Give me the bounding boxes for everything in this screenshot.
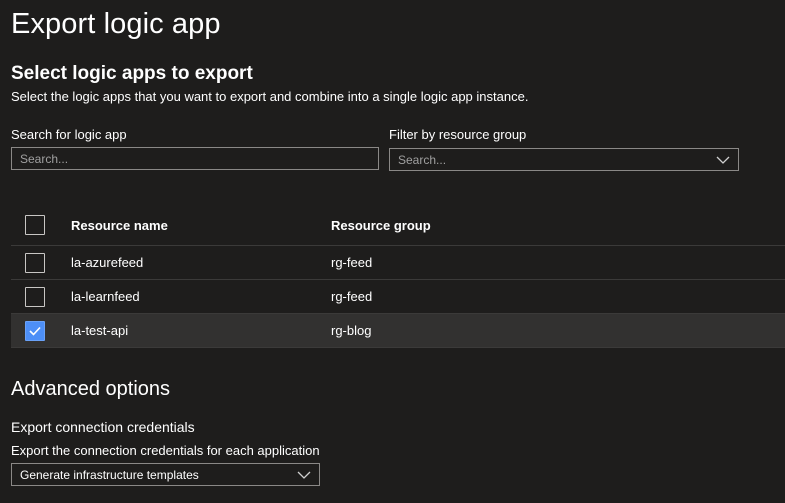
- resource-group-cell: rg-feed: [331, 289, 373, 304]
- export-credentials-description: Export the connection credentials for ea…: [11, 443, 320, 458]
- checkmark-icon: [29, 326, 41, 336]
- select-all-checkbox[interactable]: [25, 215, 45, 235]
- logic-apps-table: Resource name Resource group la-azurefee…: [11, 205, 785, 348]
- resource-name-cell: la-azurefeed: [71, 255, 144, 270]
- export-credentials-title: Export connection credentials: [11, 419, 195, 435]
- resource-group-filter-dropdown[interactable]: Search...: [389, 148, 739, 171]
- column-header-resource-group: Resource group: [331, 217, 431, 233]
- resource-group-cell: rg-feed: [331, 255, 373, 270]
- search-input[interactable]: [11, 147, 379, 170]
- filter-placeholder: Search...: [398, 152, 447, 167]
- chevron-down-icon: [297, 471, 311, 479]
- search-label: Search for logic app: [11, 127, 127, 142]
- filter-label: Filter by resource group: [389, 127, 527, 142]
- table-row[interactable]: la-azurefeed rg-feed: [11, 246, 785, 280]
- row-checkbox[interactable]: [25, 252, 45, 273]
- table-row[interactable]: la-test-api rg-blog: [11, 314, 785, 348]
- resource-group-cell: rg-blog: [331, 323, 372, 338]
- row-checkbox[interactable]: [25, 320, 45, 341]
- table-header-row: Resource name Resource group: [11, 205, 785, 246]
- export-credentials-value: Generate infrastructure templates: [20, 467, 199, 482]
- table-row[interactable]: la-learnfeed rg-feed: [11, 280, 785, 314]
- export-logic-app-page: Export logic app Select logic apps to ex…: [0, 0, 785, 503]
- page-title: Export logic app: [11, 8, 221, 40]
- advanced-options-title: Advanced options: [11, 378, 171, 400]
- column-header-resource-name: Resource name: [71, 217, 168, 233]
- row-checkbox[interactable]: [25, 286, 45, 307]
- section-description: Select the logic apps that you want to e…: [11, 89, 529, 104]
- resource-name-cell: la-learnfeed: [71, 289, 140, 304]
- section-title: Select logic apps to export: [11, 63, 253, 84]
- export-credentials-dropdown[interactable]: Generate infrastructure templates: [11, 463, 320, 486]
- resource-name-cell: la-test-api: [71, 323, 129, 338]
- chevron-down-icon: [716, 156, 730, 164]
